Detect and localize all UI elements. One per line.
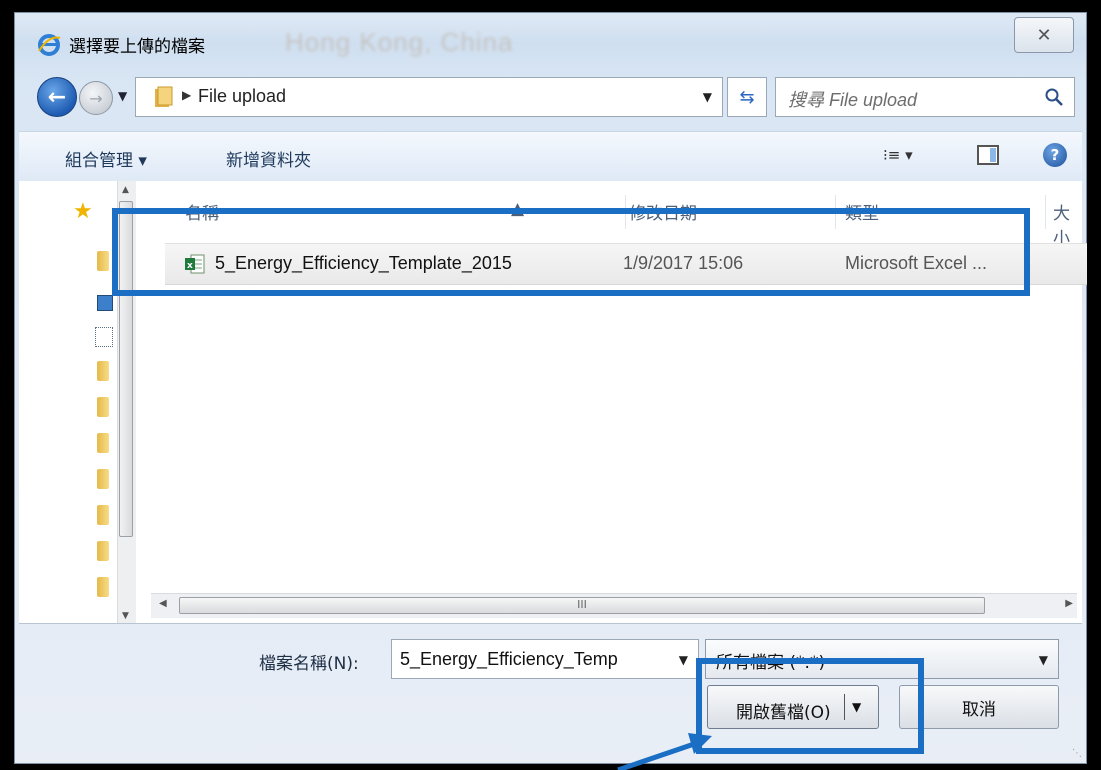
scroll-down-icon[interactable]: ▼	[122, 611, 129, 621]
screen-frame-right	[1087, 0, 1101, 770]
forward-arrow-icon: →	[89, 88, 103, 108]
file-name-value[interactable]: 5_Energy_Efficiency_Temp	[400, 649, 660, 670]
organize-menu-button[interactable]: 組合管理 ▾	[65, 146, 147, 171]
folder-icon[interactable]	[97, 397, 109, 417]
address-path[interactable]: File upload	[198, 86, 286, 107]
screen-frame-bottom	[0, 764, 1101, 770]
folder-icon[interactable]	[97, 433, 109, 453]
column-header-size[interactable]: 大小	[1053, 199, 1082, 249]
file-name-label: 檔案名稱(N):	[259, 654, 359, 674]
dialog-title: 選擇要上傳的檔案	[69, 37, 205, 57]
close-button[interactable]: ✕	[1014, 17, 1074, 53]
folder-icon[interactable]	[97, 251, 109, 271]
resize-grip-icon[interactable]: ⋱	[1072, 748, 1082, 759]
scroll-right-icon[interactable]: ▶	[1065, 598, 1073, 609]
address-row: ← → ▼ ▶ File upload ▼ ⇆ 搜尋 File upload	[15, 75, 1086, 119]
forward-button[interactable]: →	[79, 81, 113, 115]
folder-icon[interactable]	[97, 505, 109, 525]
help-icon[interactable]: ?	[1043, 143, 1067, 167]
horizontal-scrollbar[interactable]: ◀ III ▶	[151, 593, 1077, 618]
new-folder-button[interactable]: 新增資料夾	[226, 146, 311, 171]
navigation-pane[interactable]: ★	[19, 181, 113, 623]
address-bar[interactable]: ▶ File upload ▼	[135, 77, 723, 117]
screen-frame-left	[0, 0, 14, 770]
change-view-button[interactable]: ⁝≡ ▾	[883, 146, 913, 164]
folder-icon[interactable]	[97, 361, 109, 381]
search-placeholder: 搜尋 File upload	[788, 90, 918, 110]
highlight-open-button	[696, 658, 924, 754]
address-dropdown-icon[interactable]: ▼	[703, 90, 712, 104]
folder-icon[interactable]	[97, 469, 109, 489]
column-divider[interactable]	[1045, 195, 1046, 229]
screen-frame-top	[0, 0, 1101, 12]
folder-icon[interactable]	[97, 577, 109, 597]
close-icon: ✕	[1036, 24, 1052, 46]
chevron-down-icon[interactable]: ▼	[1039, 653, 1048, 667]
preview-pane-icon[interactable]	[977, 145, 999, 165]
recent-locations-dropdown[interactable]: ▼	[118, 89, 127, 103]
command-bar: 組合管理 ▾ 新增資料夾 ⁝≡ ▾ ?	[19, 131, 1082, 183]
ie-icon	[38, 34, 61, 56]
scrollbar-thumb[interactable]: III	[179, 597, 985, 614]
network-icon[interactable]	[95, 327, 113, 347]
search-input[interactable]: 搜尋 File upload	[775, 77, 1075, 117]
background-location-text: Hong Kong, China	[285, 27, 514, 57]
refresh-button[interactable]: ⇆	[727, 77, 767, 117]
file-name-field[interactable]: 5_Energy_Efficiency_Temp ▼	[391, 639, 699, 679]
star-icon[interactable]: ★	[73, 199, 93, 224]
scroll-left-icon[interactable]: ◀	[159, 598, 167, 609]
scroll-up-icon[interactable]: ▲	[122, 185, 129, 195]
help-glyph: ?	[1050, 146, 1060, 164]
search-icon[interactable]	[1044, 87, 1064, 107]
back-arrow-icon: ←	[47, 84, 67, 110]
title-bar[interactable]: Hong Kong, China 選擇要上傳的檔案 ✕	[15, 13, 1086, 69]
desktop-icon[interactable]	[97, 295, 113, 311]
chevron-down-icon[interactable]: ▼	[679, 653, 688, 667]
folder-icon[interactable]	[97, 541, 109, 561]
refresh-icon: ⇆	[739, 86, 755, 108]
file-upload-dialog: Hong Kong, China 選擇要上傳的檔案 ✕ ← → ▼ ▶ File…	[14, 12, 1087, 764]
highlight-file-row	[112, 208, 1030, 296]
back-button[interactable]: ←	[37, 77, 77, 117]
folder-icon	[155, 86, 173, 107]
breadcrumb-chevron-icon[interactable]: ▶	[182, 88, 191, 102]
